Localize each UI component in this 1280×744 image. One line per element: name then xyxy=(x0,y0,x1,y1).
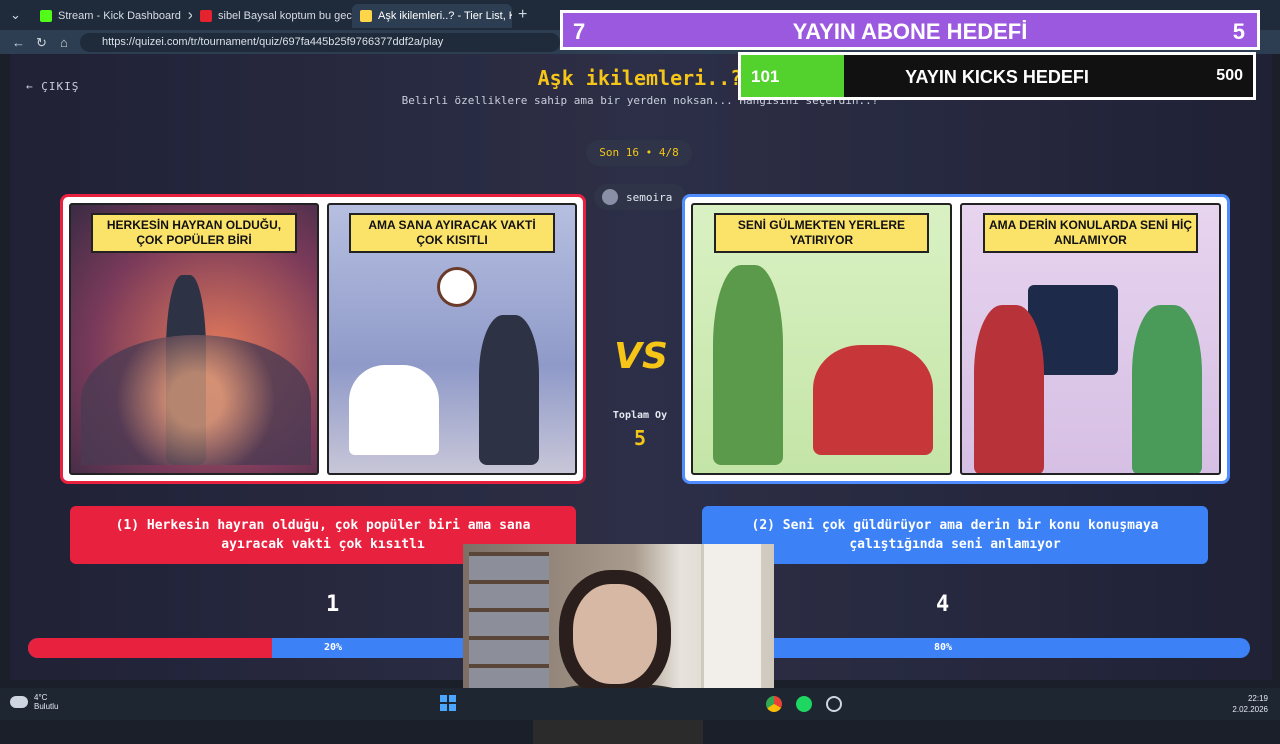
time: 22:19 xyxy=(1247,694,1268,703)
panel-caption: AMA DERİN KONULARDA SENİ HİÇ ANLAMIYOR xyxy=(982,213,1199,253)
tab-label: Stream - Kick Dashboard xyxy=(58,10,181,22)
quizei-icon xyxy=(360,10,372,22)
kicks-goal-overlay: YAYIN KICKS HEDEFI 101 500 xyxy=(738,52,1256,100)
total-votes-value: 5 xyxy=(633,426,647,450)
streamer-head-figure xyxy=(573,584,657,684)
confused-man-figure xyxy=(1132,305,1202,473)
comic-panel-funny: SENİ GÜLMEKTEN YERLERE YATIRIYOR xyxy=(691,203,952,475)
comic-panel-busy: AMA SANA AYIRACAK VAKTİ ÇOK KISITLI xyxy=(327,203,577,475)
clock-icon xyxy=(437,267,477,307)
option-1-votes: 1 xyxy=(326,592,340,617)
woman-figure xyxy=(974,305,1044,473)
vs-icon: VS xyxy=(614,336,668,377)
kicks-goal-current: 101 xyxy=(751,67,780,86)
temperature: 4°C xyxy=(34,693,48,702)
kicks-goal-title: YAYIN KICKS HEDEFI xyxy=(905,67,1089,87)
tab-kick-dashboard[interactable]: Stream - Kick Dashboard ✕ xyxy=(32,4,192,28)
subscriber-goal-title: YAYIN ABONE HEDEFİ xyxy=(792,19,1028,44)
panel-caption: HERKESİN HAYRAN OLDUĞU, ÇOK POPÜLER BİRİ xyxy=(90,213,298,253)
youtube-icon xyxy=(200,10,212,22)
tab-youtube[interactable]: sibel Baysal koptum bu gece - You ✕ xyxy=(192,4,352,28)
table-figure xyxy=(349,365,439,455)
total-votes-label: Toplam Oy xyxy=(612,410,668,421)
option-2-votes: 4 xyxy=(936,592,950,617)
home-icon[interactable]: ⌂ xyxy=(60,35,68,50)
option-card-left[interactable]: HERKESİN HAYRAN OLDUĞU, ÇOK POPÜLER BİRİ… xyxy=(60,194,586,484)
comic-panel-deep-talk: AMA DERİN KONULARDA SENİ HİÇ ANLAMIYOR xyxy=(960,203,1221,475)
comic-panel-popular: HERKESİN HAYRAN OLDUĞU, ÇOK POPÜLER BİRİ xyxy=(69,203,319,475)
bookshelf-figure xyxy=(469,552,549,702)
reload-icon[interactable]: ↻ xyxy=(36,35,47,51)
spotify-icon[interactable] xyxy=(796,696,812,712)
subscriber-goal-current: 7 xyxy=(573,19,586,44)
vote-share-bar-left-fill xyxy=(28,638,273,658)
running-man-figure xyxy=(479,315,539,465)
new-tab-plus-icon[interactable]: + xyxy=(518,6,527,24)
exit-button[interactable]: ← ÇIKIŞ xyxy=(26,80,79,93)
option-card-right[interactable]: SENİ GÜLMEKTEN YERLERE YATIRIYOR AMA DER… xyxy=(682,194,1230,484)
option-2-percent: 80% xyxy=(934,642,953,653)
url-field[interactable]: https://quizei.com/tr/tournament/quiz/69… xyxy=(80,33,560,52)
kicks-goal-target: 500 xyxy=(1216,67,1243,84)
weather-condition: Bulutlu xyxy=(34,702,59,711)
round-indicator: Son 16 • 4/8 xyxy=(586,140,692,166)
exit-label: ÇIKIŞ xyxy=(41,80,80,93)
laughing-woman-figure xyxy=(813,345,933,455)
clock[interactable]: 22:19 2.02.2026 xyxy=(1232,693,1268,715)
back-arrow-icon[interactable]: ← xyxy=(12,35,25,50)
tab-label: Aşk ikilemleri..? - Tier List, Kör Sıral xyxy=(378,10,512,22)
option-2-button[interactable]: (2) Seni çok güldürüyor ama derin bir ko… xyxy=(702,506,1208,564)
panel-caption: SENİ GÜLMEKTEN YERLERE YATIRIYOR xyxy=(713,213,930,253)
user-badge: semoira xyxy=(594,184,686,210)
os-taskbar: 4°C Bulutlu 22:19 2.02.2026 xyxy=(0,688,1280,720)
date: 2.02.2026 xyxy=(1232,705,1268,714)
cloud-icon xyxy=(10,696,28,708)
tab-menu-chevron-icon[interactable]: ⌄ xyxy=(10,7,21,23)
chrome-icon[interactable] xyxy=(766,696,782,712)
subscriber-goal-overlay: YAYIN ABONE HEDEFİ 7 5 xyxy=(560,10,1260,50)
tab-quizei[interactable]: Aşk ikilemleri..? - Tier List, Kör Sıral… xyxy=(352,4,512,28)
subscriber-goal-target: 5 xyxy=(1232,19,1245,44)
avatar xyxy=(602,189,618,205)
start-menu-icon[interactable] xyxy=(440,695,456,711)
panel-caption: AMA SANA AYIRACAK VAKTİ ÇOK KISITLI xyxy=(348,213,556,253)
weather-widget[interactable]: 4°C Bulutlu xyxy=(10,693,58,711)
kick-icon xyxy=(40,10,52,22)
crowd-figure xyxy=(81,335,311,465)
settings-gear-icon[interactable] xyxy=(826,696,842,712)
laughing-man-figure xyxy=(713,265,783,465)
username: semoira xyxy=(626,190,673,204)
tab-label: sibel Baysal koptum bu gece - You xyxy=(218,10,352,22)
option-1-percent: 20% xyxy=(324,642,343,653)
